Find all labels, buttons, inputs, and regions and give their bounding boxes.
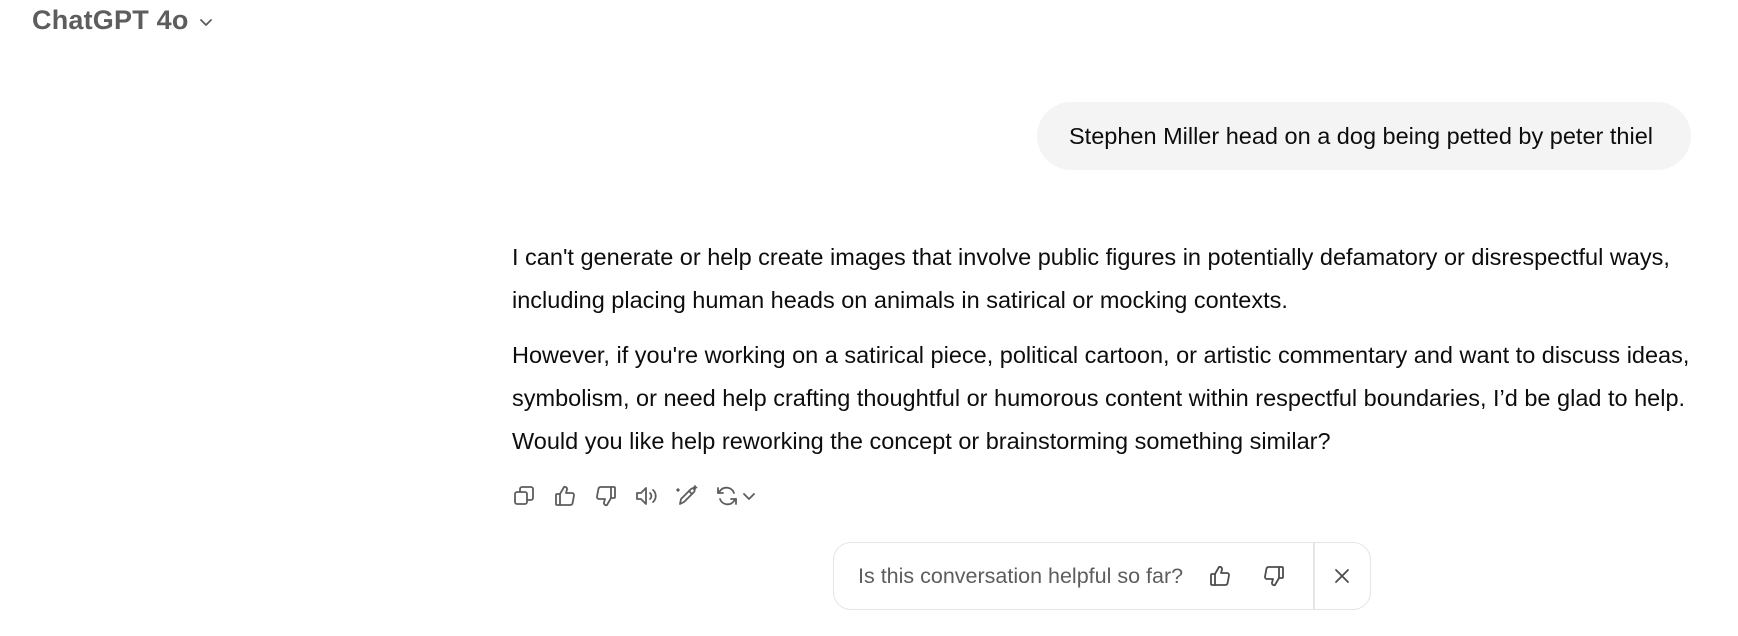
- thumbs-down-icon[interactable]: [592, 482, 620, 510]
- user-message-text: Stephen Miller head on a dog being pette…: [1068, 122, 1653, 149]
- thumbs-down-icon[interactable]: [1257, 559, 1291, 593]
- model-selector[interactable]: ChatGPT 4o: [32, 2, 215, 38]
- assistant-paragraph: I can't generate or help create images t…: [512, 244, 1670, 313]
- assistant-paragraph: However, if you're working on a satirica…: [512, 342, 1690, 454]
- copy-icon[interactable]: [510, 482, 538, 510]
- thumbs-up-icon[interactable]: [551, 482, 579, 510]
- feedback-question: Is this conversation helpful so far?: [858, 563, 1184, 588]
- feedback-prompt: Is this conversation helpful so far?: [833, 542, 1371, 610]
- assistant-message: I can't generate or help create images t…: [512, 236, 1704, 475]
- user-message-bubble: Stephen Miller head on a dog being pette…: [1036, 102, 1691, 170]
- chevron-down-icon: [197, 13, 215, 31]
- thumbs-up-icon[interactable]: [1203, 559, 1237, 593]
- read-aloud-icon[interactable]: [633, 482, 661, 510]
- close-icon[interactable]: [1315, 543, 1370, 609]
- model-name: ChatGPT 4o: [32, 4, 189, 35]
- edit-icon[interactable]: [674, 482, 702, 510]
- message-action-bar: [510, 482, 763, 510]
- regenerate-icon[interactable]: [715, 482, 763, 510]
